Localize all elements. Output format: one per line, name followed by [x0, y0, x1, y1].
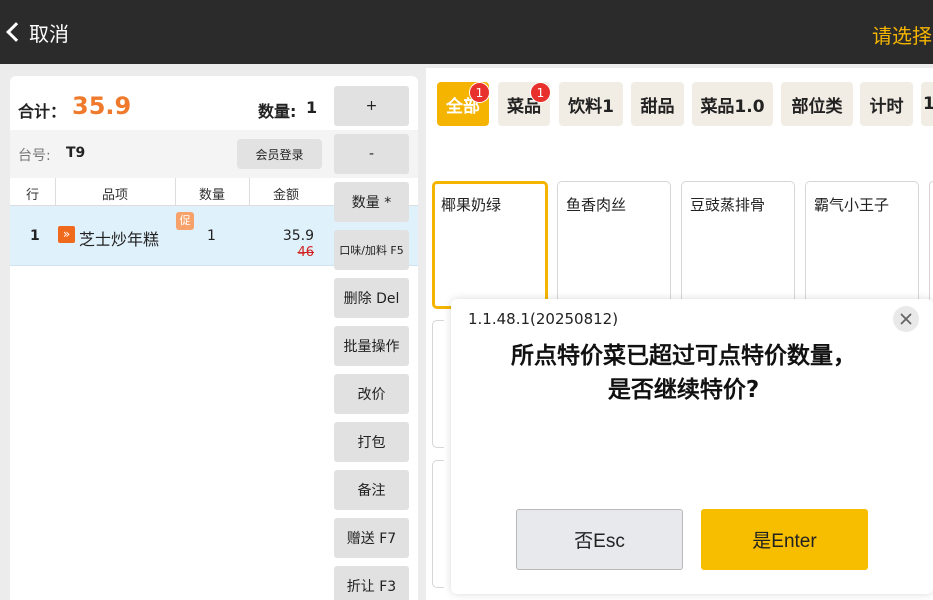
column-header-qty: 数量	[198, 188, 225, 203]
category-tab-timer[interactable]: 计时	[860, 82, 913, 126]
column-divider	[55, 178, 56, 206]
flavor-addon-button[interactable]: 口味/加料 F5	[334, 230, 409, 270]
promo-badge: 促	[176, 212, 194, 230]
item-name: 芝士炒年糕	[79, 230, 160, 249]
quantity-label: 数量:	[258, 102, 297, 121]
column-header-item: 品项	[101, 188, 128, 203]
chevron-left-icon	[6, 22, 26, 42]
dish-card[interactable]: 霸气小王子	[805, 181, 919, 309]
yes-button[interactable]: 是Enter	[701, 509, 868, 570]
column-header-amount: 金额	[272, 188, 299, 203]
quantity-value: 1	[306, 98, 318, 117]
quantity-button[interactable]: 数量 *	[334, 182, 409, 222]
item-amount: 35.9	[282, 228, 314, 244]
discount-button[interactable]: 折让 F3	[334, 566, 409, 600]
category-tab-dishes-1-0[interactable]: 菜品1.0	[692, 82, 773, 126]
batch-operation-button[interactable]: 批量操作	[334, 326, 409, 366]
double-chevron-icon: »	[58, 226, 75, 243]
category-tab-drinks[interactable]: 饮料1	[559, 82, 623, 126]
category-badge: 1	[530, 82, 551, 103]
table-number-label: 台号:	[18, 148, 51, 164]
dish-card-partial[interactable]	[929, 181, 933, 309]
close-button[interactable]	[893, 306, 919, 332]
total-value: 35.9	[72, 92, 132, 120]
table-number-value: T9	[66, 145, 86, 161]
no-button[interactable]: 否Esc	[516, 509, 683, 570]
change-price-button[interactable]: 改价	[334, 374, 409, 414]
dish-card-partial[interactable]	[432, 320, 444, 448]
increase-button[interactable]: +	[334, 86, 409, 126]
category-tab-parts[interactable]: 部位类	[781, 82, 853, 126]
item-quantity: 1	[207, 228, 216, 244]
dish-card-partial[interactable]	[432, 460, 444, 588]
back-button[interactable]: 取消	[0, 14, 69, 50]
column-header-row-no: 行	[25, 188, 39, 203]
decrease-button[interactable]: -	[334, 134, 409, 174]
gift-button[interactable]: 赠送 F7	[334, 518, 409, 558]
dish-card[interactable]: 椰果奶绿	[432, 181, 548, 309]
row-number: 1	[30, 228, 40, 244]
dialog-message: 所点特价菜已超过可点特价数量， 是否继续特价?	[451, 339, 916, 407]
dialog-message-line1: 所点特价菜已超过可点特价数量，	[511, 343, 856, 369]
category-badge: 1	[469, 82, 490, 103]
delete-button[interactable]: 删除 Del	[334, 278, 409, 318]
item-original-amount: 46	[297, 245, 314, 260]
dish-card[interactable]: 豆豉蒸排骨	[681, 181, 795, 309]
dialog-message-line2: 是否继续特价?	[607, 377, 760, 403]
member-login-button[interactable]: 会员登录	[237, 139, 322, 169]
note-button[interactable]: 备注	[334, 470, 409, 510]
category-tab-desserts[interactable]: 甜品	[631, 82, 684, 126]
takeaway-button[interactable]: 打包	[334, 422, 409, 462]
column-divider	[175, 178, 176, 206]
special-price-dialog: 1.1.48.1(20250812) 所点特价菜已超过可点特价数量， 是否继续特…	[451, 299, 933, 594]
column-divider	[249, 178, 250, 206]
select-prompt: 请选择	[872, 24, 932, 48]
dish-card[interactable]: 鱼香肉丝	[557, 181, 671, 309]
back-label: 取消	[29, 21, 69, 46]
top-bar: 取消 请选择	[0, 0, 933, 64]
close-icon	[900, 313, 912, 325]
version-text: 1.1.48.1(20250812)	[468, 310, 619, 328]
total-label: 合计：	[18, 102, 67, 121]
category-tab-more[interactable]: 1	[921, 82, 933, 126]
